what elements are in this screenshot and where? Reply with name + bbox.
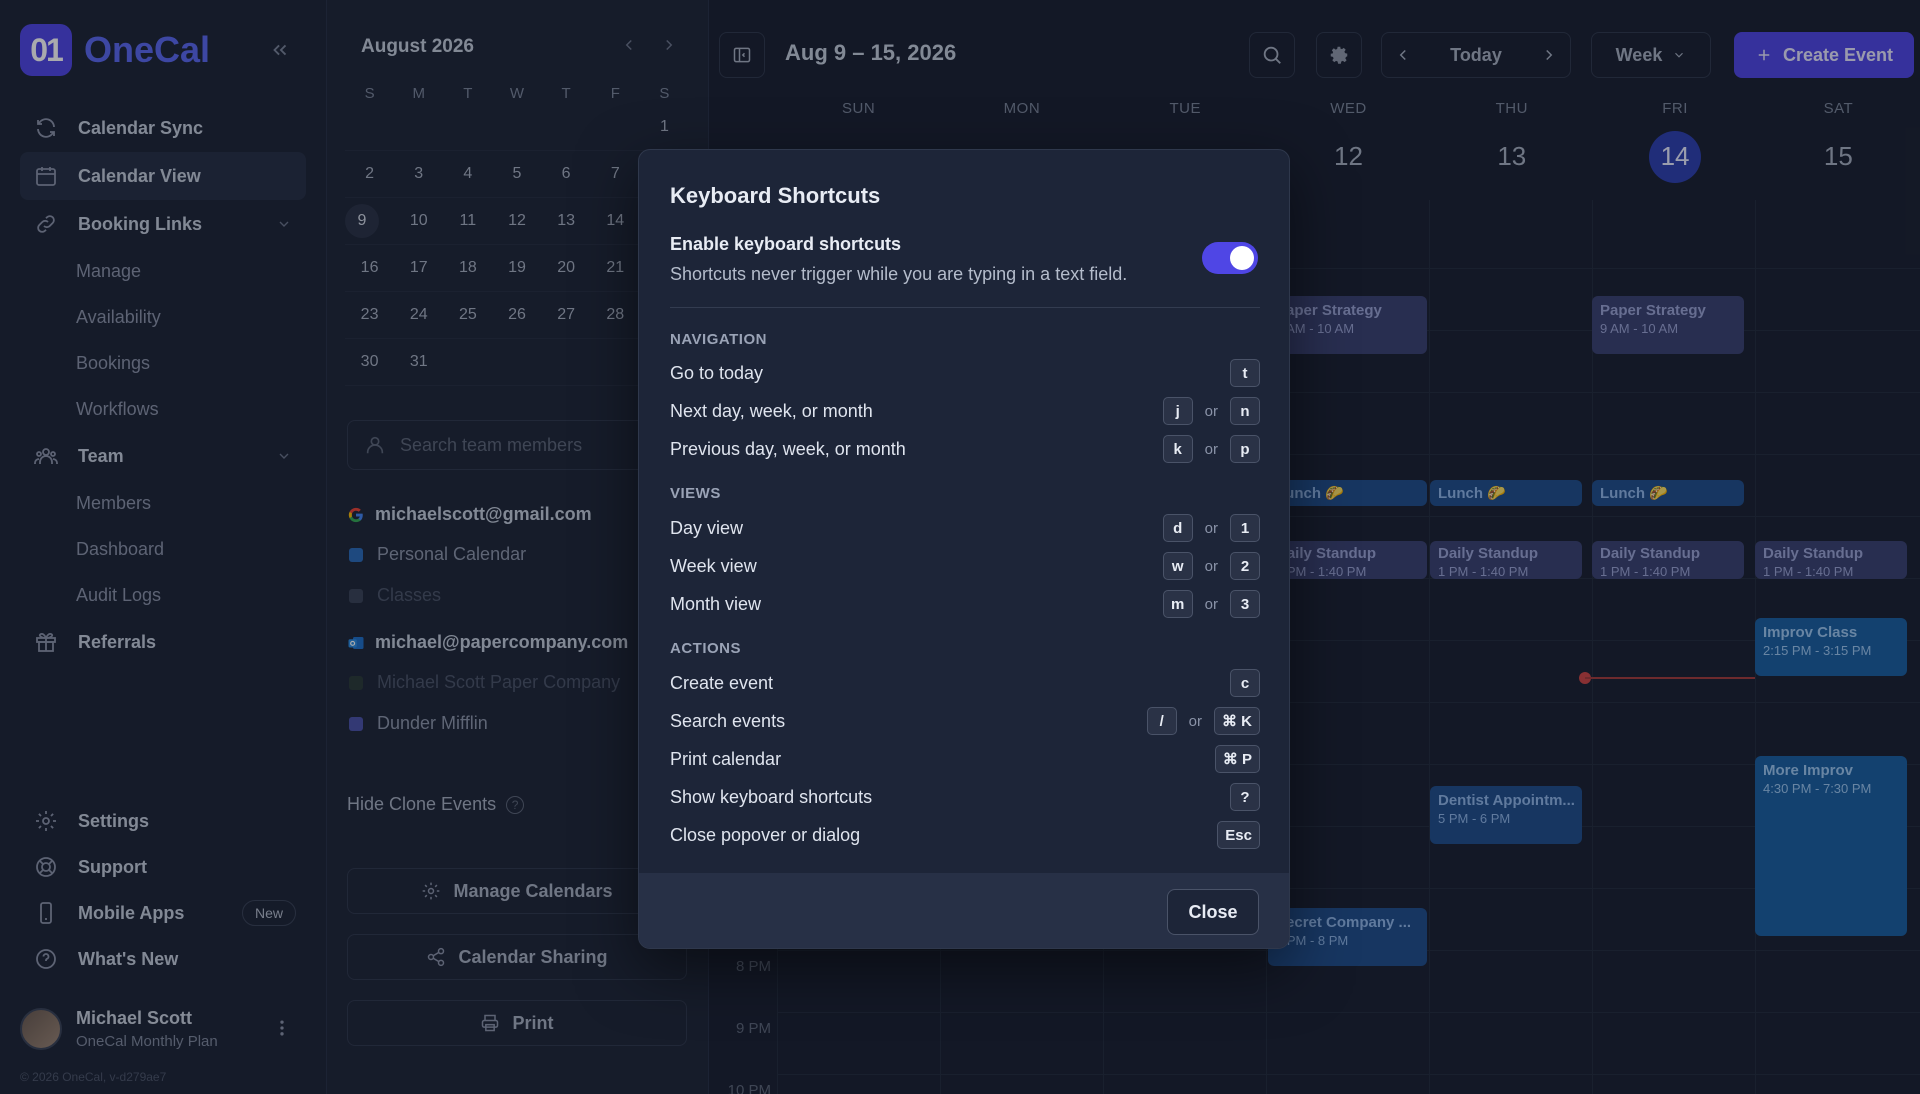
- shortcut-row: Search events / or ⌘ K: [670, 706, 1260, 736]
- key: p: [1230, 435, 1260, 463]
- or-text: or: [1204, 519, 1218, 537]
- shortcut-label: Close popover or dialog: [670, 824, 861, 845]
- shortcut-row: Show keyboard shortcuts?: [670, 782, 1260, 812]
- shortcut-keys: k or p: [1162, 435, 1260, 463]
- shortcut-row: Close popover or dialog Esc: [670, 820, 1260, 850]
- key: ⌘ P: [1214, 745, 1260, 773]
- key: ⌘ K: [1214, 707, 1260, 735]
- key: 1: [1230, 514, 1260, 542]
- shortcut-keys: d or 1: [1162, 514, 1260, 542]
- shortcut-label: Month view: [670, 593, 762, 614]
- app-window: 01 OneCal Calendar Sync Calendar View Bo…: [0, 0, 1920, 1094]
- shortcut-row: Week view w or 2: [670, 551, 1260, 581]
- key: j: [1162, 397, 1193, 425]
- section-title-navigation: NAVIGATION: [670, 331, 767, 348]
- section-title-views: VIEWS: [670, 485, 721, 502]
- shortcut-label: Next day, week, or month: [670, 400, 873, 421]
- or-text: or: [1204, 440, 1218, 458]
- shortcut-row: Day view d or 1: [670, 513, 1260, 543]
- shortcut-row: Create event c: [670, 668, 1260, 698]
- dialog-footer: Close: [639, 873, 1289, 948]
- keyboard-shortcuts-dialog: Keyboard Shortcuts Enable keyboard short…: [638, 149, 1290, 949]
- or-text: or: [1204, 595, 1218, 613]
- shortcut-label: Print calendar: [670, 748, 782, 769]
- shortcut-keys: j or n: [1162, 397, 1260, 425]
- key: w: [1162, 552, 1193, 580]
- shortcut-keys: w or 2: [1162, 552, 1260, 580]
- section-title-actions: ACTIONS: [670, 640, 741, 657]
- key: t: [1230, 359, 1260, 387]
- shortcut-keys: / or ⌘ K: [1146, 707, 1260, 735]
- close-button[interactable]: Close: [1167, 889, 1259, 935]
- shortcut-keys: Esc: [1217, 821, 1260, 849]
- shortcut-label: Day view: [670, 517, 744, 538]
- enable-shortcuts-description: Shortcuts never trigger while you are ty…: [670, 264, 1128, 284]
- shortcut-row: Next day, week, or month j or n: [670, 396, 1260, 426]
- shortcut-keys: m or 3: [1162, 590, 1260, 618]
- shortcut-row: Go to today t: [670, 358, 1260, 388]
- shortcut-row: Month view m or 3: [670, 589, 1260, 619]
- key: ?: [1230, 783, 1260, 811]
- shortcut-keys: c: [1230, 669, 1260, 697]
- shortcut-keys: ⌘ P: [1214, 745, 1260, 773]
- dialog-title: Keyboard Shortcuts: [670, 183, 881, 208]
- key: Esc: [1217, 821, 1260, 849]
- key: c: [1230, 669, 1260, 697]
- key: 3: [1230, 590, 1260, 618]
- key: n: [1230, 397, 1260, 425]
- or-text: or: [1204, 402, 1218, 420]
- shortcut-label: Search events: [670, 710, 786, 731]
- shortcut-label: Previous day, week, or month: [670, 438, 906, 459]
- toggle-knob: [1230, 246, 1254, 270]
- or-text: or: [1188, 712, 1202, 730]
- key: k: [1162, 435, 1193, 463]
- enable-shortcuts-label: Enable keyboard shortcuts: [670, 234, 902, 254]
- divider: [670, 307, 1260, 308]
- enable-shortcuts-toggle[interactable]: [1202, 242, 1258, 274]
- shortcut-keys: ?: [1230, 783, 1260, 811]
- shortcut-row: Print calendar ⌘ P: [670, 744, 1260, 774]
- key: /: [1146, 707, 1177, 735]
- key: 2: [1230, 552, 1260, 580]
- shortcut-label: Create event: [670, 672, 774, 693]
- or-text: or: [1204, 557, 1218, 575]
- key: d: [1162, 514, 1193, 542]
- shortcut-label: Go to today: [670, 362, 764, 383]
- shortcut-keys: t: [1230, 359, 1260, 387]
- shortcut-label: Week view: [670, 555, 757, 576]
- shortcut-row: Previous day, week, or month k or p: [670, 434, 1260, 464]
- key: m: [1162, 590, 1193, 618]
- shortcut-label: Show keyboard shortcuts: [670, 786, 873, 807]
